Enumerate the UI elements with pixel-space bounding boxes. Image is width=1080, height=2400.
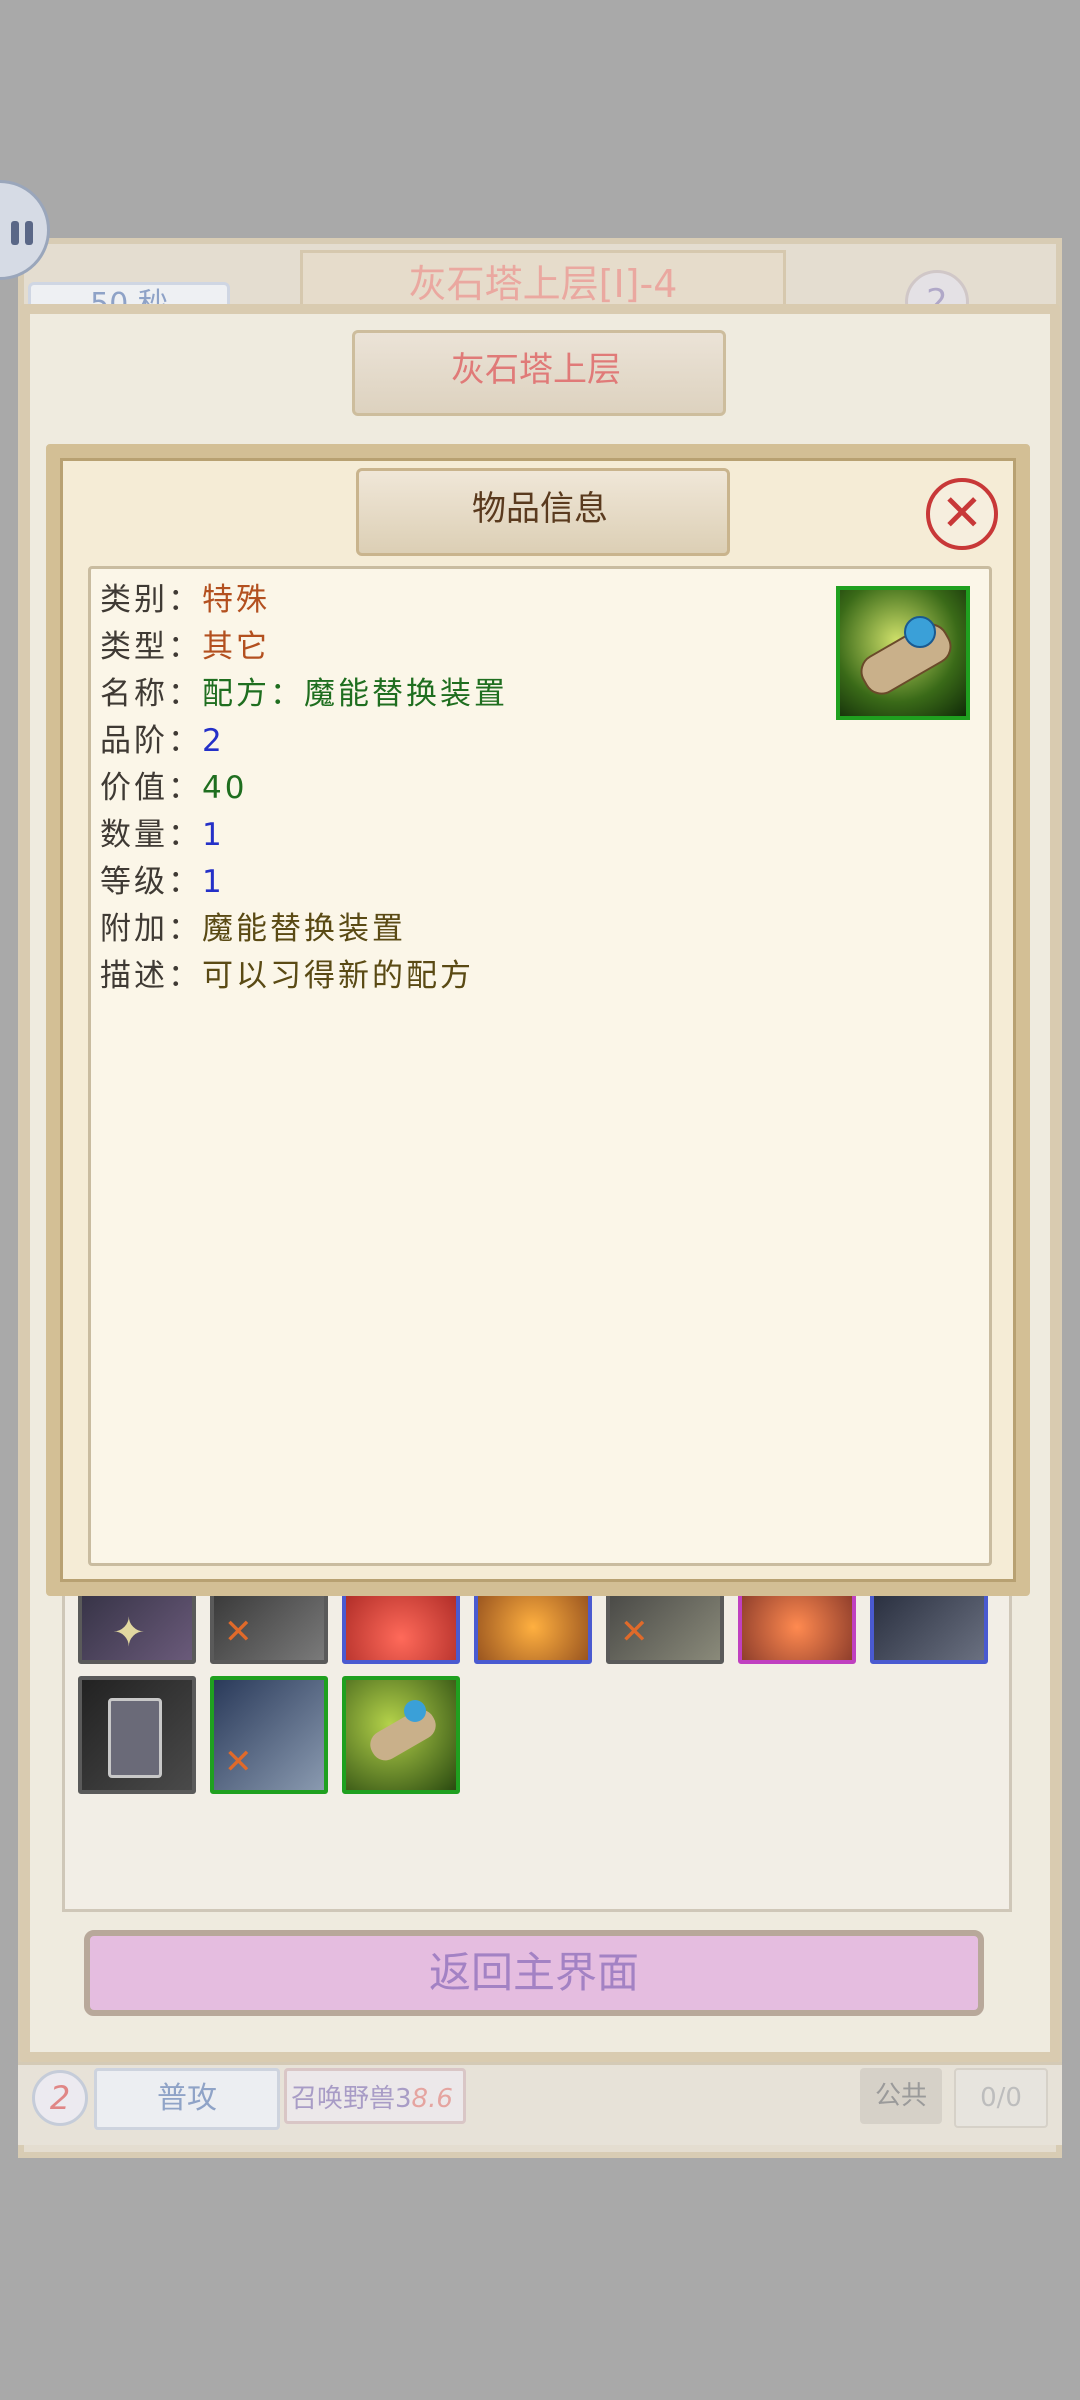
info-row-level: 等级：1 [100,859,225,905]
info-row-name: 名称：配方：魔能替换装置 [100,671,508,717]
row-label: 类型： [100,629,202,665]
info-row-description: 描述：可以习得新的配方 [100,953,474,999]
unusable-cross-icon: ✕ [224,1742,253,1782]
row-label: 数量： [100,817,202,853]
row-value: 1 [202,864,225,900]
inventory-slot-recipe-scroll[interactable] [342,1676,460,1794]
inventory-slot-blue-armor[interactable]: ✕ [210,1676,328,1794]
pause-icon-bar [25,221,33,245]
row-label: 附加： [100,911,202,947]
public-count: 0/0 [954,2068,1048,2128]
row-label: 等级： [100,864,202,900]
dungeon-title: 灰石塔上层 [451,350,621,390]
unusable-cross-icon: ✕ [224,1612,253,1652]
item-icon-frame [836,586,970,720]
row-value: 配方：魔能替换装置 [202,676,508,712]
close-icon[interactable]: ✕ [926,478,998,550]
inventory-slot-beer-mug[interactable] [78,1676,196,1794]
summon-cooldown: 8.6 [411,2084,453,2114]
recipe-scroll-icon [365,1704,441,1766]
row-value: 40 [202,770,248,806]
bottom-round-badge: 2 [32,2070,88,2126]
row-value: 其它 [202,629,270,665]
seal-ribbon-icon [404,1700,426,1722]
row-label: 描述： [100,958,202,994]
info-row-value: 价值：40 [100,765,247,811]
dialog-title: 物品信息 [472,489,608,529]
summon-beast-skill-button[interactable]: 召唤野兽38.6 [284,2068,466,2124]
info-row-category: 类别：特殊 [100,577,270,623]
info-row-type: 类型：其它 [100,624,270,670]
row-value: 1 [202,817,225,853]
info-row-quantity: 数量：1 [100,812,225,858]
info-row-grade: 品阶：2 [100,718,225,764]
row-value: 2 [202,723,225,759]
row-value: 特殊 [202,582,270,618]
seal-ribbon-icon [904,616,936,648]
summon-skill-label: 召唤野兽3 [291,2084,412,2114]
return-main-button[interactable]: 返回主界面 [84,1930,984,2016]
row-value: 魔能替换装置 [202,911,406,947]
row-label: 价值： [100,770,202,806]
unusable-cross-icon: ✕ [620,1612,649,1652]
public-tab-button[interactable]: 公共 [860,2068,942,2124]
amulet-icon: ✦ [112,1610,146,1656]
row-label: 名称： [100,676,202,712]
row-label: 类别： [100,582,202,618]
pause-icon [11,221,19,245]
row-value: 可以习得新的配方 [202,958,474,994]
info-row-extra: 附加：魔能替换装置 [100,906,406,952]
row-label: 品阶： [100,723,202,759]
beer-mug-icon [108,1698,162,1778]
normal-attack-button[interactable]: 普攻 [94,2068,280,2130]
